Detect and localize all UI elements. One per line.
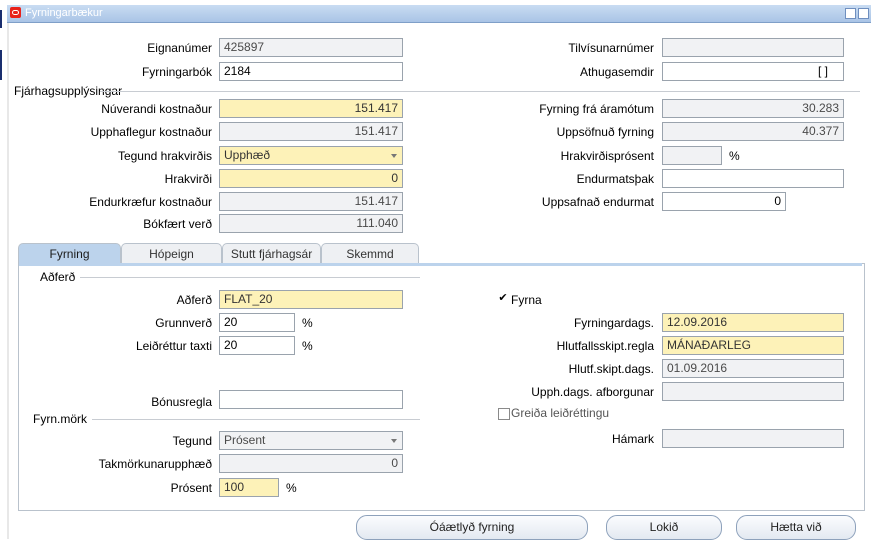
upph-dags-afborgunar-field[interactable] [662,382,844,401]
minimize-icon[interactable] [845,8,856,19]
hrakvirdisprosent-label: Hrakvirðisprósent [560,149,654,163]
endurmatsthak-label: Endurmatsþak [576,172,654,186]
grunnverd-field[interactable]: 20 [219,313,295,332]
tegund-hrakvirdis-select[interactable]: Upphæð [219,146,403,165]
window-title: Fyrningarbækur [25,7,103,19]
tab-hopeign[interactable]: Hópeign [121,243,222,265]
percent-unit: % [302,316,313,330]
greida-label: Greiða leiðréttingu [511,406,610,420]
oaetlud-fyrning-button[interactable]: Óáætlyð fyrning [356,515,588,540]
window-left-border [7,23,9,539]
tilvisunarnumer-field[interactable] [662,38,844,57]
oracle-app-icon [10,7,21,18]
tegund-label: Tegund [172,434,212,448]
takmorkunarupphaed-field[interactable]: 0 [219,454,403,473]
chevron-down-icon [391,439,397,443]
bokfaert-verd-field[interactable]: 111.040 [219,214,403,233]
tegund-hrakvirdis-value: Upphæð [224,148,271,162]
hlutfallsskipt-label: Hlutfallsskipt.regla [556,339,654,353]
fyrningardags-field[interactable]: 12.09.2016 [662,313,844,332]
endurkraefur-label: Endurkræfur kostnaður [89,195,212,209]
hamark-label: Hámark [611,432,654,446]
bonusregla-field[interactable] [219,390,403,409]
chevron-down-icon [391,154,397,158]
grunnverd-label: Grunnverð [155,316,212,330]
section-divider [92,419,420,420]
lokid-button[interactable]: Lokið [606,515,722,540]
adferd-section-title: Aðferð [40,270,76,284]
fyrningarbok-label: Fyrningarbók [141,65,212,79]
haetta-vid-button[interactable]: Hætta við [736,515,856,540]
adferd-field[interactable]: FLAT_20 [219,290,403,309]
fyrn-mork-section-title: Fyrn.mörk [33,412,87,426]
uppsofnud-label: Uppsöfnuð fyrning [556,125,654,139]
tab-stutt-fjarhagsar[interactable]: Stutt fjárhagsár [222,243,321,265]
hrakvirdi-field[interactable]: 0 [219,169,403,188]
eignanumer-label: Eignanúmer [147,41,212,55]
hlutf-skipt-dags-label: Hlutf.skipt.dags. [568,362,654,376]
tegund-select[interactable]: Prósent [219,431,403,450]
fyrna-label: Fyrna [511,293,542,307]
endurmatsthak-field[interactable] [662,169,844,188]
percent-unit: % [286,481,297,495]
leidrettur-taxti-field[interactable]: 20 [219,336,295,355]
bonusregla-label: Bónusregla [151,395,212,409]
percent-unit: % [729,149,740,163]
maximize-icon[interactable] [858,8,869,19]
uppsofnud-fyrning-field[interactable]: 40.377 [662,122,844,141]
hrakvirdi-label: Hrakvirði [164,172,212,186]
prosent-field[interactable]: 100 [219,478,279,497]
athugasemdir-label: Athugasemdir [579,65,654,79]
fyrna-checkbox[interactable]: ✔ [498,293,508,304]
fyrning-fra-aramotum-field[interactable]: 30.283 [662,99,844,118]
percent-unit: % [302,339,313,353]
adferd-label: Aðferð [176,293,212,307]
fyrningarbok-field[interactable]: 2184 [219,62,403,81]
nuverandi-kostnadur-field[interactable]: 151.417 [219,99,403,118]
bokfaert-label: Bókfært verð [143,217,212,231]
section-divider [100,91,860,92]
upph-dags-label: Upph.dags. afborgunar [531,385,654,399]
tegund-value: Prósent [224,433,266,447]
hrakvirdisprosent-field[interactable] [662,146,722,165]
nuverandi-label: Núverandi kostnaður [101,102,212,116]
fyrningardags-label: Fyrningardags. [573,316,654,330]
uppsafnad-endurmat-label: Uppsafnað endurmat [541,195,654,209]
window-edge-accent [0,50,2,80]
tilvisunarnumer-label: Tilvísunarnúmer [568,41,654,55]
uppsafnad-endurmat-field[interactable]: 0 [662,192,786,211]
tab-skemmd[interactable]: Skemmd [321,243,419,265]
greida-checkbox[interactable] [498,408,510,420]
tab-fyrning[interactable]: Fyrning [18,243,121,265]
hlutfallsskipt-regla-field[interactable]: MÁNAÐARLEG [662,336,844,355]
athugasemdir-field[interactable] [662,62,844,81]
window-edge-accent [0,10,2,28]
hlutf-skipt-dags-field[interactable]: 01.09.2016 [662,359,844,378]
upphaflegur-label: Upphaflegur kostnaður [90,125,212,139]
upphaflegur-kostnadur-field[interactable]: 151.417 [219,122,403,141]
tab-panel-accent [19,263,862,266]
hamark-field[interactable] [662,429,844,448]
title-bar: Fyrningarbækur [7,5,871,23]
section-divider [80,277,420,278]
fyrning-fra-label: Fyrning frá áramótum [539,102,654,116]
leidrettur-label: Leiðréttur taxti [135,339,212,353]
endurkraefur-kostnadur-field[interactable]: 151.417 [219,192,403,211]
prosent-label: Prósent [170,481,212,495]
descriptive-flexfield-button[interactable]: [ ] [818,62,858,81]
takmorkun-label: Takmörkunarupphæð [98,457,212,471]
tegund-hrakvirdis-label: Tegund hrakvirðis [117,149,212,163]
eignanumer-field[interactable]: 425897 [219,38,403,57]
